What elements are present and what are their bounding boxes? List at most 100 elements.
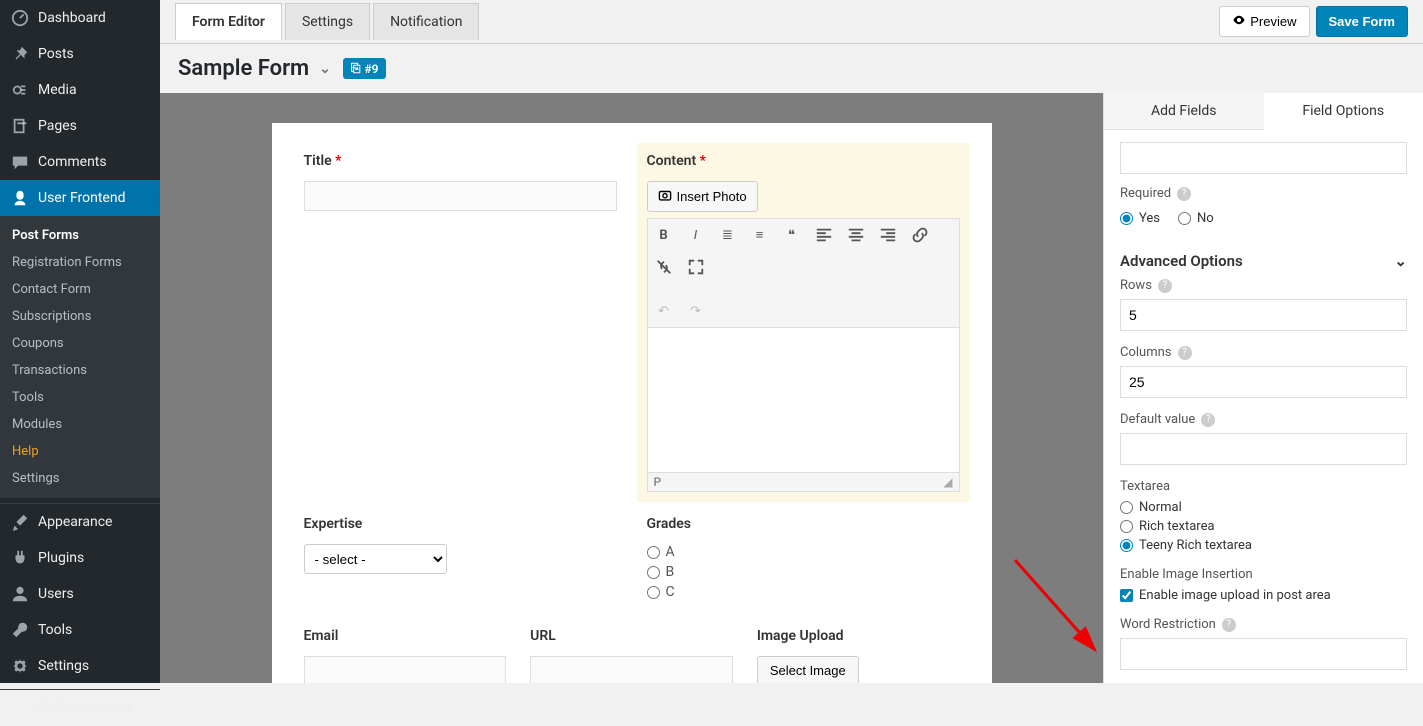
sidebar-label: Users (38, 586, 74, 602)
field-image-upload[interactable]: Image Upload Select Image (757, 628, 960, 683)
expertise-select[interactable]: - select - (304, 544, 448, 574)
submenu-registration-forms[interactable]: Registration Forms (0, 249, 160, 276)
insert-photo-button[interactable]: Insert Photo (647, 181, 758, 212)
field-label: Email (304, 628, 507, 644)
sidebar-label: Pages (38, 118, 77, 134)
field-expertise[interactable]: Expertise - select - (304, 516, 617, 604)
columns-label: Columns ? (1120, 345, 1407, 360)
sidebar-item-users[interactable]: Users (0, 576, 160, 612)
field-email[interactable]: Email (304, 628, 507, 683)
grade-option[interactable]: B (647, 564, 960, 580)
sidebar-item-pages[interactable]: Pages (0, 108, 160, 144)
bold-icon[interactable]: B (654, 225, 674, 245)
field-label: URL (530, 628, 733, 644)
textarea-opt-normal[interactable]: Normal (1120, 500, 1407, 515)
textarea-opt-rich[interactable]: Rich textarea (1120, 519, 1407, 534)
default-value-label: Default value ? (1120, 412, 1407, 427)
tab-settings[interactable]: Settings (285, 3, 370, 40)
sidebar-label: Comments (38, 154, 107, 170)
tab-form-editor[interactable]: Form Editor (175, 3, 282, 40)
align-left-icon[interactable] (814, 225, 834, 245)
rows-input[interactable] (1120, 299, 1407, 331)
help-icon[interactable]: ? (1158, 279, 1172, 293)
resize-handle-icon[interactable]: ◢ (943, 475, 952, 489)
sidebar-item-posts[interactable]: Posts (0, 36, 160, 72)
submenu-contact-form[interactable]: Contact Form (0, 276, 160, 303)
email-input[interactable] (304, 656, 507, 683)
textarea-label: Textarea (1120, 479, 1407, 494)
align-right-icon[interactable] (878, 225, 898, 245)
link-icon[interactable] (910, 225, 930, 245)
user-icon (10, 584, 30, 604)
sidebar-item-appearance[interactable]: Appearance (0, 504, 160, 540)
bullet-list-icon[interactable]: ≣ (718, 225, 738, 245)
field-name-input[interactable] (1120, 142, 1407, 174)
title-input[interactable] (304, 181, 617, 211)
field-grades[interactable]: Grades A B C (647, 516, 960, 604)
submenu-settings[interactable]: Settings (0, 465, 160, 492)
columns-input[interactable] (1120, 366, 1407, 398)
submenu-transactions[interactable]: Transactions (0, 357, 160, 384)
number-list-icon[interactable]: ≡ (750, 225, 770, 245)
submenu-modules[interactable]: Modules (0, 411, 160, 438)
save-form-button[interactable]: Save Form (1316, 6, 1408, 37)
pages-icon (10, 116, 30, 136)
field-label: Grades (647, 516, 960, 532)
grade-option[interactable]: A (647, 544, 960, 560)
tab-field-options[interactable]: Field Options (1264, 93, 1423, 130)
unlink-icon[interactable] (654, 257, 674, 277)
submenu-coupons[interactable]: Coupons (0, 330, 160, 357)
sidebar-item-settings[interactable]: Settings (0, 648, 160, 684)
tab-notification[interactable]: Notification (373, 3, 479, 40)
textarea-opt-teeny[interactable]: Teeny Rich textarea (1120, 538, 1407, 553)
sidebar-label: Appearance (38, 514, 112, 530)
help-icon[interactable]: ? (1177, 187, 1191, 201)
submenu-subscriptions[interactable]: Subscriptions (0, 303, 160, 330)
sidebar-label: Tools (38, 622, 72, 638)
editor-body[interactable] (647, 328, 960, 473)
field-label: Content * (647, 153, 960, 169)
tab-add-fields[interactable]: Add Fields (1104, 93, 1264, 130)
preview-button[interactable]: Preview (1219, 6, 1309, 37)
align-center-icon[interactable] (846, 225, 866, 245)
grade-option[interactable]: C (647, 584, 960, 600)
submenu-help[interactable]: Help (0, 438, 160, 465)
default-value-input[interactable] (1120, 433, 1407, 465)
fullscreen-icon[interactable] (686, 257, 706, 277)
form-title[interactable]: Sample Form ⌄ (178, 56, 331, 81)
select-image-button[interactable]: Select Image (757, 656, 859, 683)
collapse-menu[interactable]: Collapse menu (0, 690, 160, 726)
advanced-options-header[interactable]: Advanced Options ⌄ (1120, 244, 1407, 278)
preview-label: Preview (1250, 14, 1296, 29)
form-id-badge[interactable]: ⎘ #9 (343, 58, 387, 79)
chevron-down-icon: ⌄ (319, 61, 331, 77)
undo-icon[interactable]: ↶ (654, 301, 674, 321)
shortcode-icon: ⎘ (351, 61, 361, 76)
help-icon[interactable]: ? (1222, 618, 1236, 632)
required-no[interactable]: No (1178, 211, 1214, 226)
sidebar-item-dashboard[interactable]: Dashboard (0, 0, 160, 36)
italic-icon[interactable]: I (686, 225, 706, 245)
submenu-tools[interactable]: Tools (0, 384, 160, 411)
sidebar-item-tools[interactable]: Tools (0, 612, 160, 648)
field-url[interactable]: URL (530, 628, 733, 683)
field-content[interactable]: Content * Insert Photo B I ≣ ≡ (637, 143, 970, 502)
help-icon[interactable]: ? (1201, 413, 1215, 427)
url-input[interactable] (530, 656, 733, 683)
sidebar-item-user-frontend[interactable]: User Frontend (0, 180, 160, 216)
sidebar-item-plugins[interactable]: Plugins (0, 540, 160, 576)
enable-image-checkbox[interactable]: Enable image upload in post area (1120, 588, 1407, 603)
gear-icon (10, 656, 30, 676)
sidebar-item-media[interactable]: Media (0, 72, 160, 108)
pin-icon (10, 44, 30, 64)
quote-icon[interactable]: ❝ (782, 225, 802, 245)
submenu-post-forms[interactable]: Post Forms (0, 222, 160, 249)
required-yes[interactable]: Yes (1120, 211, 1160, 226)
sidebar-item-comments[interactable]: Comments (0, 144, 160, 180)
redo-icon[interactable]: ↷ (686, 301, 706, 321)
eye-icon (1232, 13, 1246, 30)
field-title[interactable]: Title * (304, 153, 617, 492)
help-icon[interactable]: ? (1178, 346, 1192, 360)
chevron-down-icon: ⌄ (1394, 252, 1407, 270)
word-restriction-input[interactable] (1120, 638, 1407, 670)
